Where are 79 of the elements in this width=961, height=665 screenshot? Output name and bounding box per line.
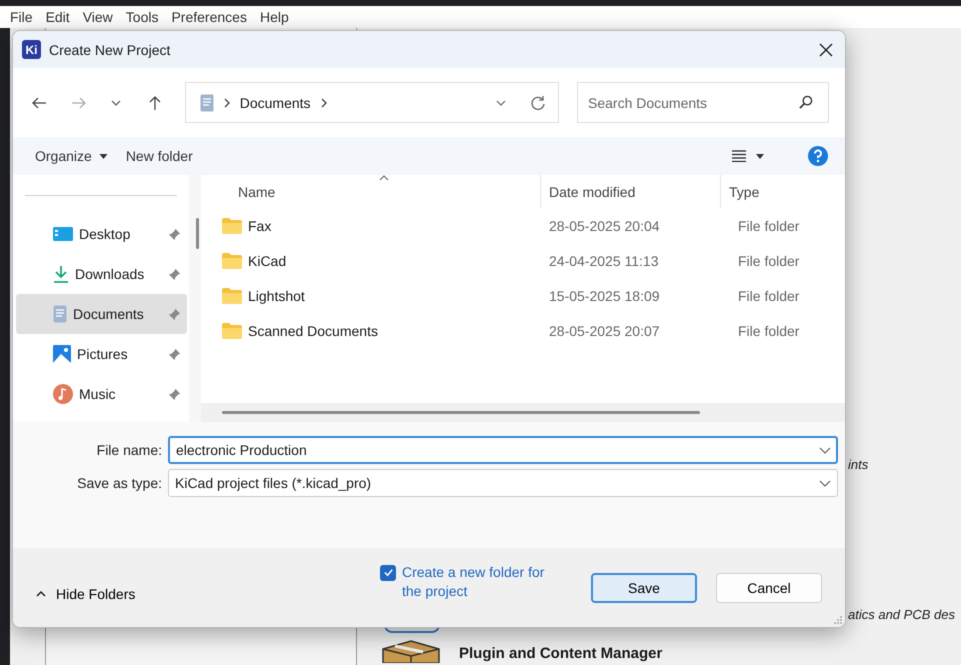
chevron-down-icon [819,480,831,486]
chevron-right-icon [320,98,327,108]
chevron-down-icon[interactable] [496,100,506,106]
hide-folders-button[interactable]: Hide Folders [30,584,142,602]
file-type-dropdown[interactable]: KiCad project files (*.kicad_pro) [168,469,838,497]
help-icon[interactable] [808,146,828,166]
organize-menu-button[interactable]: Organize [35,148,108,164]
pin-icon[interactable] [168,228,181,240]
folder-icon [222,288,242,304]
column-header[interactable]: Date modified [540,175,720,208]
type-cell-text: File folder [737,322,800,338]
close-icon[interactable] [819,42,833,56]
checkmark-icon [382,567,394,578]
file-name-field[interactable]: electronic Production [168,436,838,464]
column-header[interactable]: Name [201,175,540,208]
chevron-up-icon [36,590,46,596]
new-folder-button[interactable]: New folder [126,148,193,164]
menu-item[interactable]: Help [260,9,289,25]
view-options-icon[interactable] [732,150,764,162]
file-name-cell[interactable]: Fax [248,218,272,234]
date-cell-text: 28-05-2025 20:04 [548,218,661,234]
date-cell-text: 28-05-2025 20:07 [548,322,661,338]
music-note-icon [53,384,73,404]
menu-item[interactable]: View [82,9,113,25]
save-button[interactable]: Save [591,572,697,602]
chevron-down-icon[interactable] [110,100,121,106]
field-label: Save as type: [76,475,163,491]
menu-item[interactable]: Preferences [171,9,247,25]
sidebar-item[interactable]: Pictures [16,334,187,374]
file-name-cell[interactable]: Lightshot [248,288,305,304]
sort-caret-icon [379,175,389,181]
column-header[interactable]: Type [720,175,845,208]
file-name-cell[interactable]: Scanned Documents [248,322,378,338]
window-title: Create New Project [49,42,172,58]
date-cell-text: 15-05-2025 18:09 [548,288,661,304]
menu-item[interactable]: Tools [126,9,158,25]
description-text: ints [848,457,868,472]
refresh-icon[interactable] [530,94,546,110]
section-heading: Plugin and Content Manager [459,645,662,663]
download-arrow-icon [53,265,69,283]
app-logo: Ki [22,40,41,59]
date-cell-text: 24-04-2025 11:13 [548,252,660,268]
description-text: atics and PCB des [848,607,955,622]
cancel-button[interactable]: Cancel [716,572,822,602]
search-field[interactable]: Search Documents [577,82,829,123]
scrollbar-thumb[interactable] [196,218,199,249]
type-cell-text: File folder [737,288,800,304]
resize-grip-icon[interactable] [833,615,843,625]
chevron-right-icon [224,98,230,108]
document-icon [200,94,214,112]
pin-icon[interactable] [168,308,181,320]
image-icon [53,345,71,363]
scrollbar-thumb[interactable] [222,411,700,414]
dropdown-caret-icon [98,154,108,158]
checkbox-label[interactable]: Create a new folder for the project [402,562,567,600]
file-name-cell[interactable]: KiCad [248,252,286,268]
sidebar-item[interactable]: Downloads [16,254,187,294]
sidebar-item[interactable]: Documents [16,294,187,334]
type-cell-text: File folder [737,252,800,268]
sidebar-item[interactable]: Music [16,374,187,414]
field-label: File name: [96,442,163,458]
pin-icon[interactable] [168,388,181,400]
menu-item[interactable]: File [10,9,33,25]
pin-icon[interactable] [168,268,181,280]
checkbox[interactable] [380,564,396,580]
type-cell-text: File folder [737,218,800,234]
folder-icon [222,322,242,338]
menu-item[interactable]: Edit [46,9,70,25]
folder-icon [222,252,242,268]
breadcrumb-segment[interactable]: Documents [240,94,311,110]
address-bar[interactable]: Documents [184,82,559,123]
chevron-down-icon[interactable] [819,447,831,454]
search-icon[interactable] [798,95,813,110]
up-arrow-icon[interactable] [146,94,163,110]
folder-icon [222,218,242,234]
pin-icon[interactable] [168,348,181,360]
document-icon [53,305,67,323]
monitor-icon [53,226,73,242]
sidebar-item[interactable]: Desktop [16,214,187,254]
